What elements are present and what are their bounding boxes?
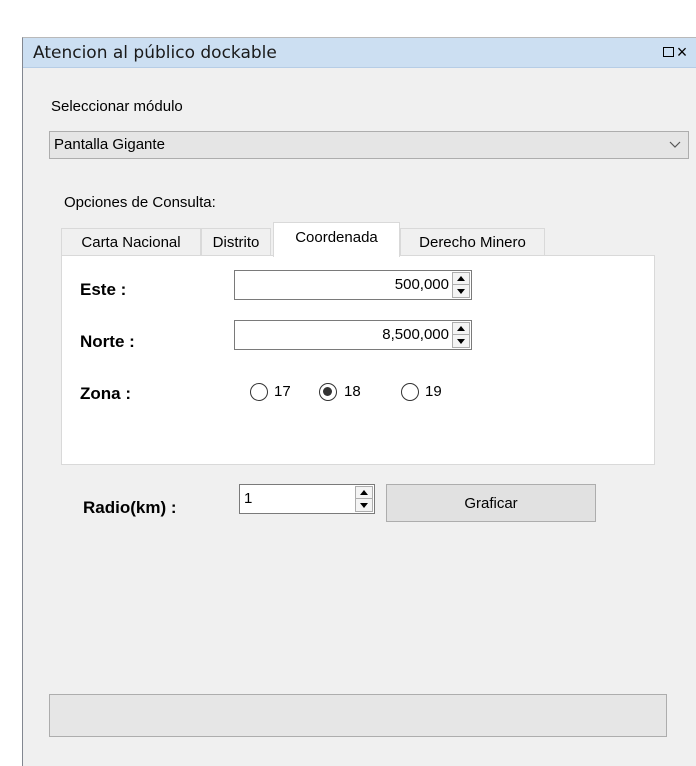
- tab-carta-nacional[interactable]: Carta Nacional: [61, 228, 201, 256]
- radio-km-spinner[interactable]: [355, 486, 373, 512]
- tab-label: Derecho Minero: [419, 234, 526, 251]
- radio-km-input[interactable]: 1: [239, 484, 375, 514]
- tab-label: Carta Nacional: [81, 234, 181, 251]
- este-label: Este :: [80, 280, 127, 299]
- title-bar[interactable]: Atencion al público dockable ×: [23, 38, 696, 68]
- norte-value: 8,500,000: [382, 326, 449, 343]
- norte-spinner[interactable]: [452, 322, 470, 348]
- graficar-button[interactable]: Graficar: [386, 484, 596, 522]
- zona-label: Zona :: [80, 384, 131, 403]
- graficar-label: Graficar: [464, 494, 518, 512]
- zona-18-radio[interactable]: [319, 383, 337, 401]
- zona-18-label: 18: [344, 383, 361, 400]
- close-button[interactable]: ×: [674, 42, 690, 62]
- radio-km-value: 1: [244, 490, 253, 507]
- coordenada-tab-panel: Este : 500,000 Norte : 8,500,000 Zona : …: [61, 255, 655, 465]
- spin-up-icon[interactable]: [453, 273, 469, 285]
- tab-derecho-minero[interactable]: Derecho Minero: [400, 228, 545, 256]
- module-selected-value: Pantalla Gigante: [54, 136, 165, 153]
- close-icon: ×: [676, 42, 688, 62]
- tab-distrito[interactable]: Distrito: [201, 228, 271, 256]
- zona-19-radio[interactable]: [401, 383, 419, 401]
- maximize-icon: [662, 47, 674, 57]
- module-select[interactable]: Pantalla Gigante: [49, 131, 689, 159]
- status-bar: [49, 694, 667, 737]
- chevron-down-icon: [669, 141, 681, 148]
- spin-up-icon[interactable]: [356, 487, 372, 499]
- options-label: Opciones de Consulta:: [64, 194, 216, 211]
- tab-coordenada[interactable]: Coordenada: [273, 222, 400, 257]
- tab-label: Coordenada: [295, 229, 378, 246]
- spin-up-icon[interactable]: [453, 323, 469, 335]
- este-spinner[interactable]: [452, 272, 470, 298]
- tab-label: Distrito: [212, 234, 260, 251]
- spin-down-icon[interactable]: [453, 335, 469, 347]
- norte-input[interactable]: 8,500,000: [234, 320, 472, 350]
- zona-17-label: 17: [274, 383, 291, 400]
- radio-km-label: Radio(km) :: [83, 498, 177, 517]
- este-value: 500,000: [394, 276, 449, 293]
- zona-19-label: 19: [425, 383, 442, 400]
- norte-label: Norte :: [80, 332, 135, 351]
- module-label: Seleccionar módulo: [51, 98, 183, 115]
- spin-down-icon[interactable]: [453, 285, 469, 297]
- zona-17-radio[interactable]: [250, 383, 268, 401]
- window-title: Atencion al público dockable: [33, 43, 277, 63]
- este-input[interactable]: 500,000: [234, 270, 472, 300]
- spin-down-icon[interactable]: [356, 499, 372, 511]
- dockable-panel: Atencion al público dockable × Seleccion…: [22, 37, 696, 766]
